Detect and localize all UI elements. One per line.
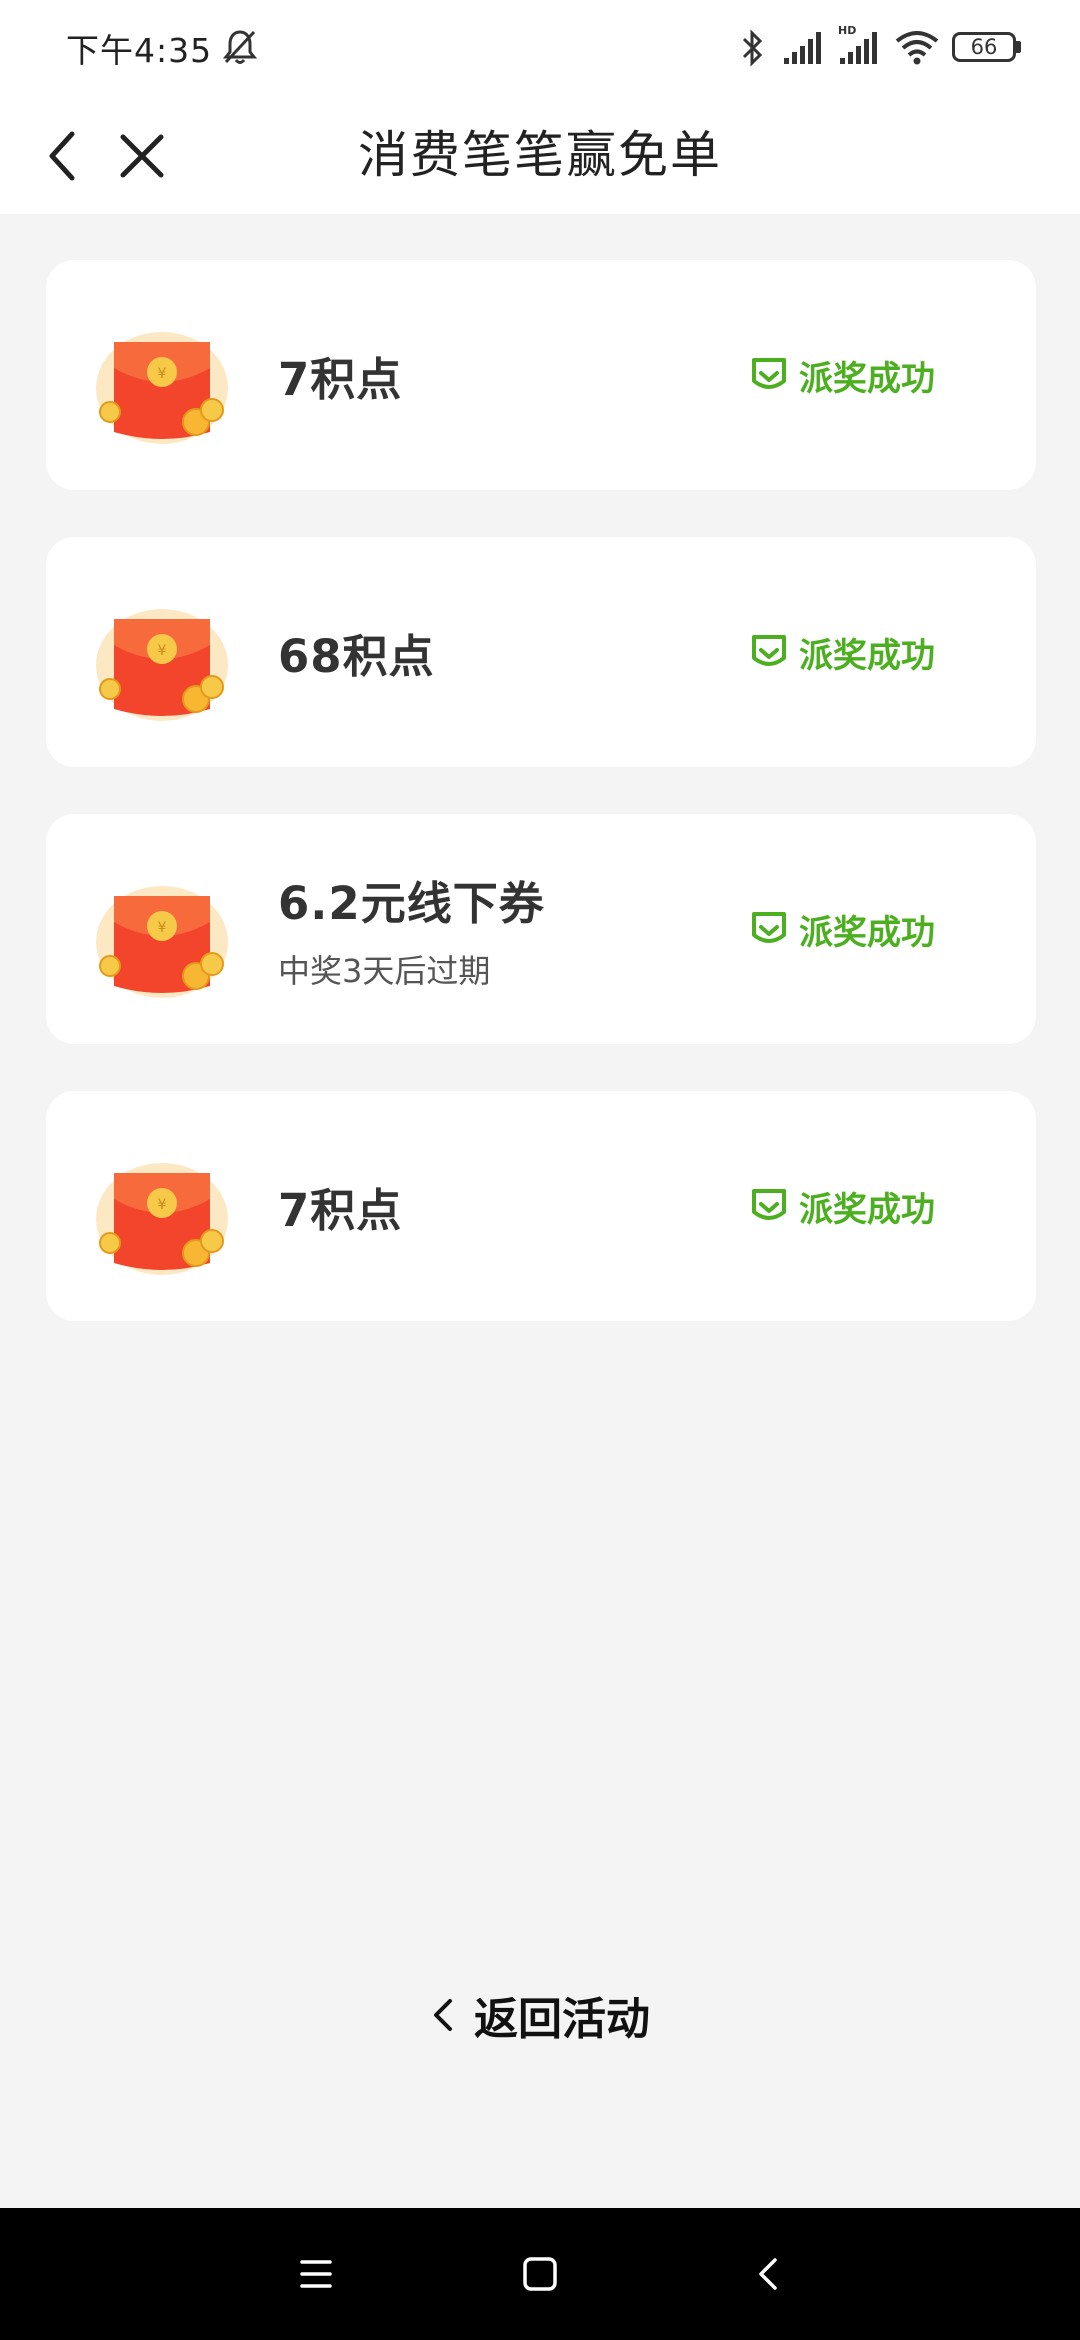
wifi-icon <box>895 31 939 65</box>
home-button[interactable] <box>504 2238 576 2310</box>
svg-text:¥: ¥ <box>158 366 167 382</box>
reward-card[interactable]: ¥ 7积点 派奖成功 <box>46 260 1036 490</box>
shield-check-icon <box>752 358 786 389</box>
reward-list: ¥ 7积点 派奖成功 ¥ 68积点 派奖成功 ¥ 6.2元线下券 中奖3天后过期… <box>46 260 1036 1368</box>
reward-status-label: 派奖成功 <box>799 1189 935 1230</box>
red-packet-icon: ¥ <box>96 1163 228 1275</box>
return-to-activity-button[interactable]: 返回活动 <box>0 1980 1080 2050</box>
return-label: 返回活动 <box>474 1994 650 2045</box>
square-home-icon <box>523 2257 557 2291</box>
reward-status: 派奖成功 <box>749 537 935 767</box>
reward-title: 6.2元线下券 <box>278 876 545 930</box>
signal-icon <box>784 32 821 64</box>
status-bar: 下午4:35 HD 66 <box>0 0 1080 96</box>
reward-status: 派奖成功 <box>749 260 935 490</box>
chevron-left-icon <box>759 2258 777 2290</box>
svg-text:HD: HD <box>838 24 856 37</box>
bluetooth-icon <box>742 29 763 67</box>
reward-card[interactable]: ¥ 7积点 派奖成功 <box>46 1091 1036 1321</box>
menu-icon <box>300 2260 332 2288</box>
svg-text:¥: ¥ <box>158 1197 167 1213</box>
signal-hd-icon: HD <box>838 24 877 64</box>
chevron-left-icon <box>434 1999 452 2031</box>
header: 消费笔笔赢免单 <box>0 96 1080 214</box>
reward-text: 7积点 <box>278 1091 402 1321</box>
reward-text: 68积点 <box>278 537 435 767</box>
battery-level: 66 <box>970 35 998 59</box>
reward-status: 派奖成功 <box>749 1091 935 1321</box>
svg-text:¥: ¥ <box>158 643 167 659</box>
close-button[interactable] <box>102 116 182 196</box>
recent-apps-button[interactable] <box>280 2238 352 2310</box>
reward-status-label: 派奖成功 <box>799 358 935 399</box>
battery-icon: 66 <box>952 32 1016 62</box>
reward-title: 7积点 <box>278 352 403 406</box>
close-icon <box>120 134 164 178</box>
reward-title: 68积点 <box>278 629 435 683</box>
status-time: 下午4:35 <box>66 31 213 70</box>
reward-expiry: 中奖3天后过期 <box>278 951 491 990</box>
battery-tip <box>1016 41 1021 53</box>
reward-title: 7积点 <box>278 1183 403 1237</box>
reward-text: 6.2元线下券 中奖3天后过期 <box>278 814 545 1044</box>
shield-check-icon <box>752 912 786 943</box>
reward-status-label: 派奖成功 <box>799 635 935 676</box>
svg-text:¥: ¥ <box>158 920 167 936</box>
navigation-bar <box>0 2208 1080 2340</box>
reward-card[interactable]: ¥ 68积点 派奖成功 <box>46 537 1036 767</box>
shield-check-icon <box>752 635 786 666</box>
reward-text: 7积点 <box>278 260 402 490</box>
reward-status: 派奖成功 <box>749 814 935 1044</box>
system-back-button[interactable] <box>732 2238 804 2310</box>
red-packet-icon: ¥ <box>96 886 228 998</box>
reward-card[interactable]: ¥ 6.2元线下券 中奖3天后过期 派奖成功 <box>46 814 1036 1044</box>
reward-status-label: 派奖成功 <box>799 912 935 953</box>
mute-bell-icon <box>222 30 258 64</box>
red-packet-icon: ¥ <box>96 609 228 721</box>
back-button[interactable] <box>22 116 102 196</box>
chevron-left-icon <box>49 131 75 181</box>
shield-check-icon <box>752 1189 786 1220</box>
red-packet-icon: ¥ <box>96 332 228 444</box>
